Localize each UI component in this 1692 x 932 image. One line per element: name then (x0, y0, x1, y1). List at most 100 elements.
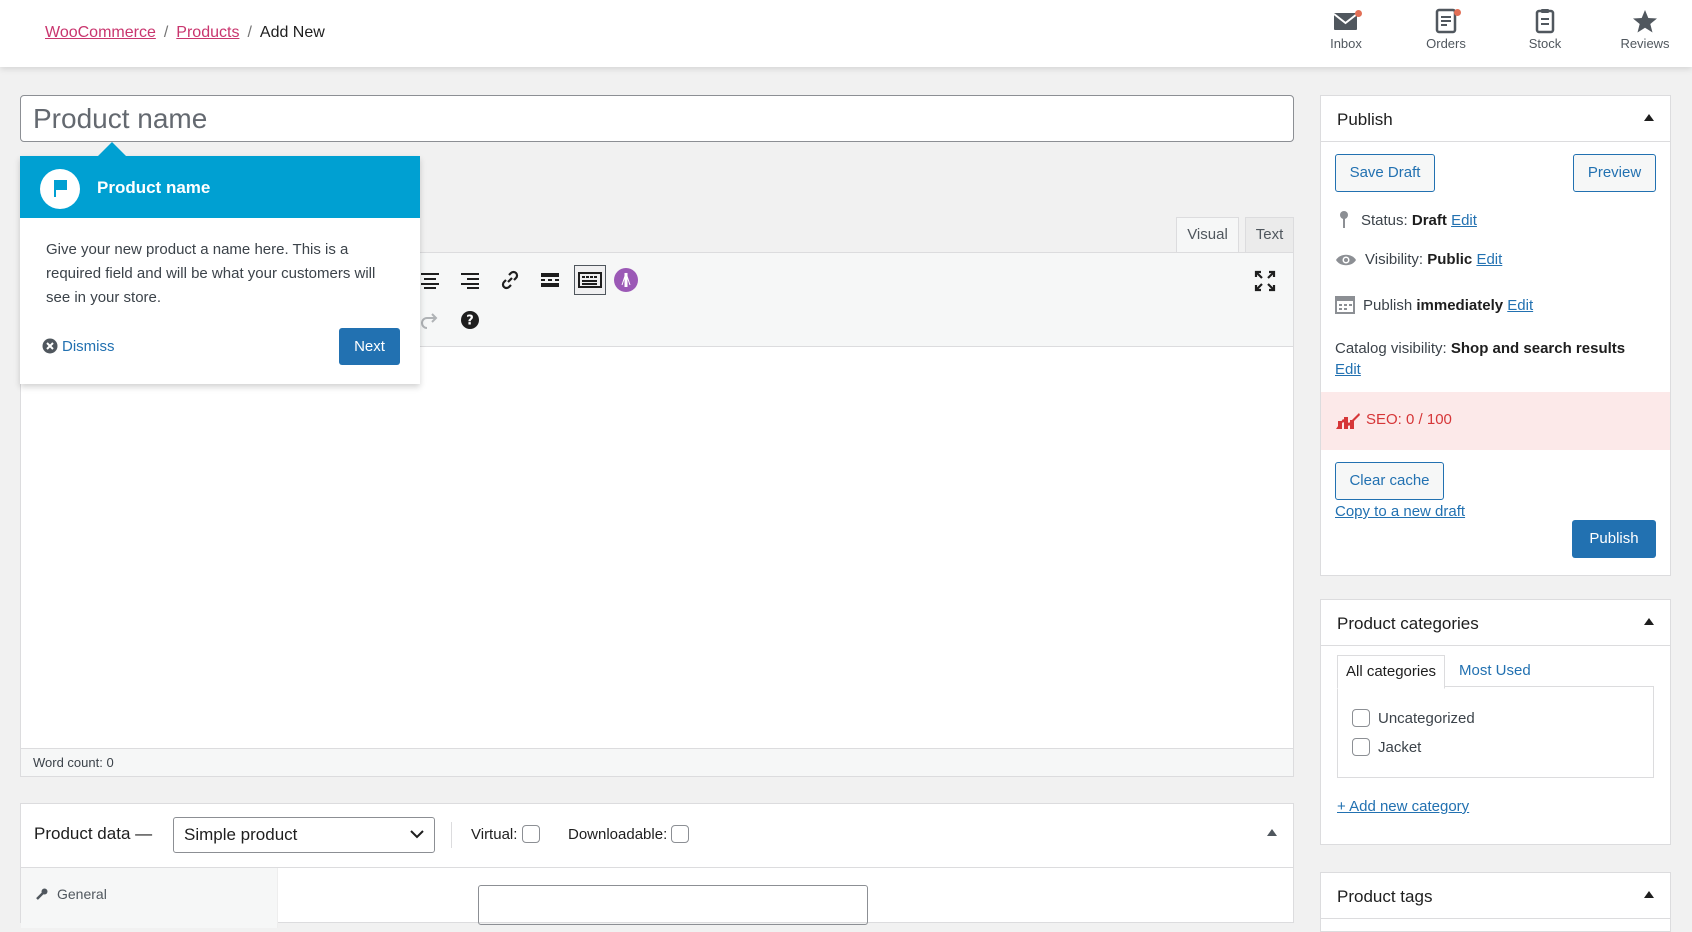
publish-box: Publish Save Draft Preview Status: Draft… (1320, 95, 1671, 576)
product-data-title: Product data — (34, 824, 153, 843)
category-list: Uncategorized Jacket (1337, 686, 1654, 778)
flag-icon (40, 169, 80, 209)
tour-title: Product name (97, 178, 211, 197)
list-item[interactable]: Uncategorized (1352, 709, 1475, 727)
redo-icon[interactable] (419, 309, 441, 331)
publish-label: Publish (1363, 297, 1413, 314)
product-data-panel: Product data — Simple product Virtual: D… (20, 803, 1294, 928)
calendar-icon (1335, 296, 1355, 314)
category-label: Uncategorized (1378, 710, 1475, 727)
visibility-label: Visibility: (1365, 251, 1424, 268)
product-name-input[interactable]: Product name (20, 95, 1294, 142)
chevron-down-icon (410, 830, 424, 839)
tab-all-categories[interactable]: All categories (1337, 655, 1446, 689)
activity-stock[interactable]: Stock (1500, 8, 1590, 60)
category-checkbox[interactable] (1352, 738, 1370, 756)
virtual-label: Virtual: (471, 826, 518, 843)
wrench-icon (36, 888, 48, 900)
breadcrumb-separator: / (247, 24, 252, 41)
close-circle-icon (42, 338, 58, 354)
category-checkbox[interactable] (1352, 709, 1370, 727)
edit-catalog-link[interactable]: Edit (1335, 361, 1361, 378)
add-new-category-link[interactable]: + Add new category (1337, 798, 1469, 815)
product-categories-box: Product categories All categories Most U… (1320, 599, 1671, 845)
seo-score: SEO: 0 / 100 (1321, 392, 1670, 450)
tags-box-header[interactable]: Product tags (1321, 873, 1670, 919)
divider (451, 822, 452, 848)
tour-body: Give your new product a name here. This … (46, 241, 376, 306)
publish-button[interactable]: Publish (1572, 520, 1656, 558)
keyboard-icon (578, 272, 602, 288)
catalog-label: Catalog visibility: (1335, 340, 1447, 357)
activity-label: Orders (1426, 36, 1466, 51)
preview-button[interactable]: Preview (1573, 154, 1656, 192)
save-draft-button[interactable]: Save Draft (1335, 154, 1435, 192)
word-count: Word count: 0 (21, 748, 1293, 776)
align-center-icon[interactable] (419, 269, 441, 291)
next-button[interactable]: Next (339, 328, 400, 365)
fullscreen-icon[interactable] (1253, 269, 1277, 293)
align-right-icon[interactable] (459, 269, 481, 291)
catalog-visibility-row: Catalog visibility: Shop and search resu… (1335, 338, 1655, 380)
status-label: Status: (1361, 212, 1408, 229)
plugin-info-icon[interactable] (613, 267, 639, 293)
notification-dot (1355, 10, 1362, 17)
breadcrumb-current: Add New (259, 24, 325, 41)
categories-box-header[interactable]: Product categories (1321, 600, 1670, 646)
breadcrumb-woocommerce[interactable]: WooCommerce (45, 24, 156, 41)
tour-header: Product name (20, 156, 420, 218)
toolbar-toggle-button[interactable] (574, 265, 606, 295)
edit-status-link[interactable]: Edit (1451, 212, 1477, 229)
clear-cache-button[interactable]: Clear cache (1335, 462, 1444, 500)
product-data-header: Product data — Simple product Virtual: D… (21, 804, 1293, 868)
activity-orders[interactable]: Orders (1401, 8, 1491, 60)
collapse-toggle[interactable] (1644, 114, 1654, 121)
product-tags-box: Product tags (1320, 872, 1671, 932)
activity-inbox[interactable]: Inbox (1301, 8, 1391, 60)
list-item[interactable]: Jacket (1352, 738, 1421, 756)
activity-reviews[interactable]: Reviews (1600, 8, 1690, 60)
tour-footer: Dismiss Next (20, 328, 420, 368)
downloadable-checkbox[interactable] (671, 825, 690, 843)
tab-visual[interactable]: Visual (1176, 217, 1239, 253)
copy-to-new-draft-link[interactable]: Copy to a new draft (1335, 503, 1465, 520)
dismiss-link[interactable]: Dismiss (42, 338, 115, 355)
status-value: Draft (1411, 212, 1447, 229)
activity-label: Inbox (1330, 36, 1362, 51)
star-icon (1633, 10, 1657, 33)
catalog-value: Shop and search results (1450, 340, 1626, 357)
publish-value: immediately (1416, 297, 1504, 314)
tab-text[interactable]: Text (1245, 217, 1294, 253)
collapse-toggle[interactable] (1644, 618, 1654, 625)
pin-icon (1340, 211, 1348, 228)
virtual-option: Virtual: (471, 825, 540, 843)
product-data-tabs: General (21, 868, 278, 928)
notification-dot (1454, 9, 1461, 16)
link-icon[interactable] (499, 269, 521, 291)
top-header: WooCommerce / Products / Add New Inbox Order… (0, 0, 1692, 67)
tab-most-used[interactable]: Most Used (1451, 655, 1539, 689)
tab-general-label: General (57, 886, 107, 902)
tour-popover: Product name Give your new product a nam… (20, 142, 420, 384)
read-more-icon[interactable] (539, 269, 561, 291)
popover-arrow (98, 142, 126, 156)
help-icon[interactable]: ? (459, 309, 481, 331)
downloadable-label: Downloadable: (568, 826, 668, 843)
publish-date-row: Publish immediately Edit (1335, 294, 1533, 314)
breadcrumb-products[interactable]: Products (176, 24, 239, 41)
virtual-checkbox[interactable] (521, 825, 540, 843)
tab-general[interactable]: General (35, 886, 107, 902)
dismiss-label: Dismiss (62, 338, 115, 355)
visibility-row: Visibility: Public Edit (1335, 251, 1502, 268)
edit-visibility-link[interactable]: Edit (1476, 251, 1502, 268)
breadcrumb: WooCommerce / Products / Add New (45, 24, 325, 42)
seo-chart-icon (1336, 413, 1360, 429)
categories-title: Product categories (1337, 614, 1479, 633)
sku-input[interactable] (478, 885, 868, 925)
product-type-select[interactable]: Simple product (173, 817, 435, 853)
collapse-toggle[interactable] (1267, 829, 1277, 836)
stock-icon (1535, 9, 1555, 34)
edit-date-link[interactable]: Edit (1507, 297, 1533, 314)
activity-label: Stock (1528, 36, 1562, 51)
publish-box-header[interactable]: Publish (1321, 96, 1670, 142)
